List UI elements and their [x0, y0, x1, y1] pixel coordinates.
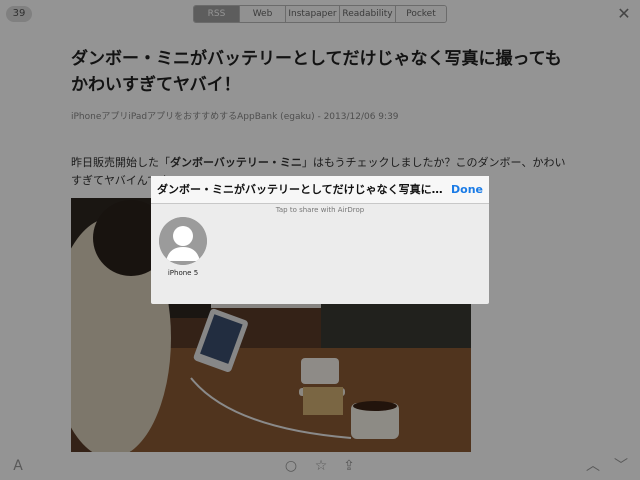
device-label: iPhone 5 [167, 269, 199, 277]
airdrop-hint: Tap to share with AirDrop [275, 206, 365, 214]
airdrop-share-sheet: ダンボー・ミニがバッテリーとしてだけじゃなく写真に撮ってもかわいすぎてヤバイ！ … [151, 176, 489, 304]
person-silhouette-icon [159, 217, 207, 265]
person-avatar-icon [159, 217, 207, 265]
share-sheet-header: ダンボー・ミニがバッテリーとしてだけじゃなく写真に撮ってもかわいすぎてヤバイ！ … [151, 176, 489, 204]
share-sheet-title: ダンボー・ミニがバッテリーとしてだけじゃなく写真に撮ってもかわいすぎてヤバイ！ [157, 183, 445, 196]
airdrop-device[interactable]: iPhone 5 [159, 217, 207, 277]
reader-page: 39 RSS Web Instapaper Readability Pocket… [0, 0, 640, 480]
done-button[interactable]: Done [451, 183, 483, 197]
